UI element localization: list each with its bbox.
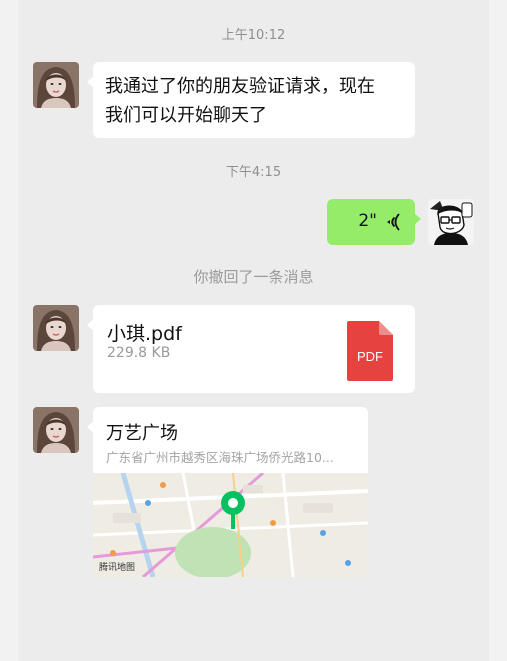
message-text-line: 我们可以开始聊天了 <box>105 105 267 126</box>
message-text-line: 我通过了你的朋友验证请求，现在 <box>105 76 375 97</box>
right-margin <box>489 0 507 661</box>
location-map-preview[interactable]: 腾讯地图 <box>93 473 368 577</box>
voice-duration: 2" <box>358 211 377 231</box>
voice-wave-icon <box>383 212 401 232</box>
file-name: 小琪.pdf <box>107 323 182 345</box>
pdf-file-icon: PDF <box>347 321 393 381</box>
voice-message-bubble[interactable]: 2" <box>327 199 421 245</box>
friend-avatar[interactable] <box>33 62 79 108</box>
friend-message-bubble[interactable]: 我通过了你的朋友验证请求，现在 我们可以开始聊天了 <box>87 62 415 138</box>
left-margin <box>0 0 18 661</box>
file-message-bubble[interactable]: 小琪.pdf 229.8 KB PDF <box>87 305 415 393</box>
pdf-icon-label: PDF <box>357 349 383 364</box>
location-address: 广东省广州市越秀区海珠广场侨光路10... <box>106 450 334 465</box>
friend-avatar[interactable] <box>33 305 79 351</box>
file-size: 229.8 KB <box>107 345 171 361</box>
location-message-bubble[interactable]: 万艺广场 广东省广州市越秀区海珠广场侨光路10... 腾讯地图 <box>87 407 368 577</box>
map-brand-label: 腾讯地图 <box>99 563 136 573</box>
timestamp: 上午10:12 <box>221 28 286 43</box>
location-title: 万艺广场 <box>106 423 178 444</box>
friend-avatar[interactable] <box>33 407 79 453</box>
my-avatar[interactable] <box>428 199 474 245</box>
timestamp: 下午4:15 <box>225 165 282 180</box>
system-recall-message: 你撤回了一条消息 <box>193 268 314 286</box>
